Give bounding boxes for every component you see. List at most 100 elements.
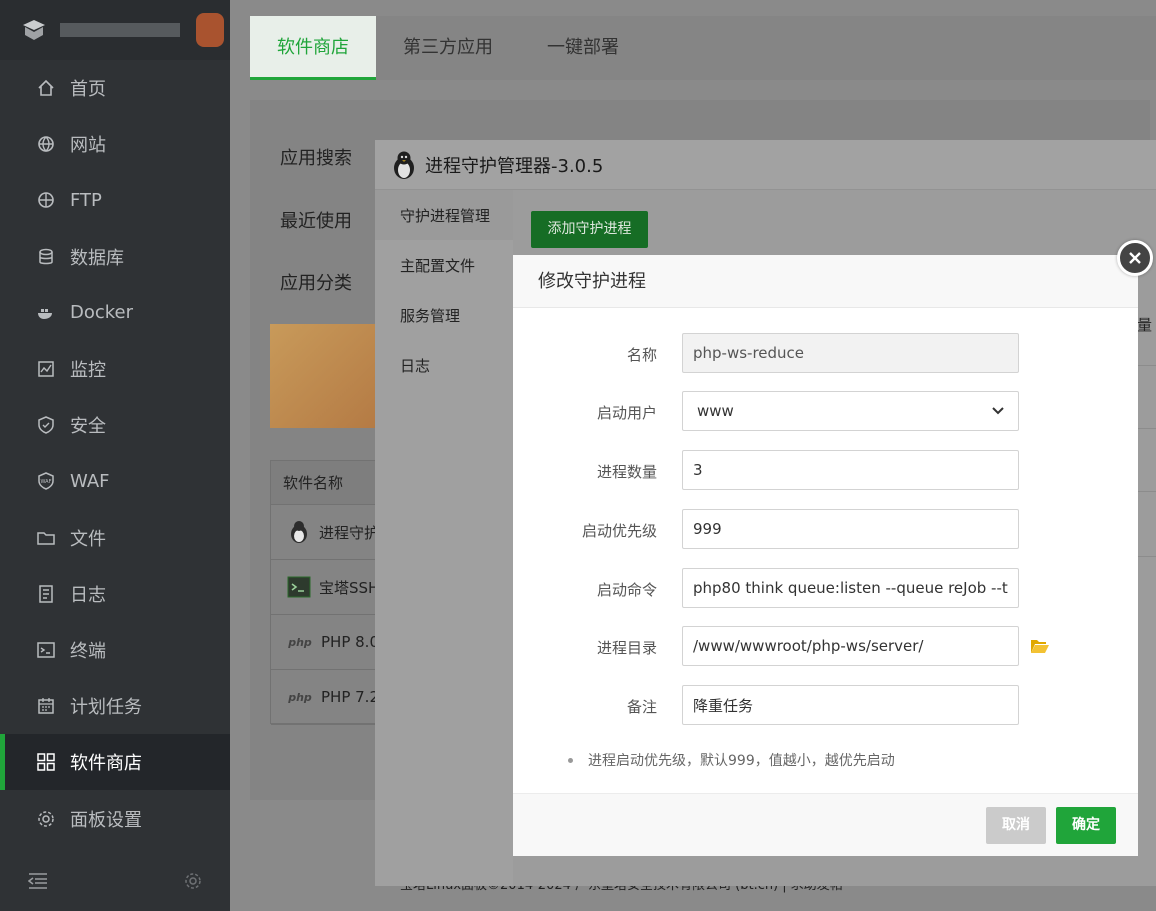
count-label: 进程数量 xyxy=(596,463,657,481)
edit-daemon-dialog: 修改守护进程 名称 启动用户 www 进程数量 启动优先级 启动命令 进程目录 … xyxy=(513,255,1138,856)
sidebar-item-label: 网站 xyxy=(70,135,106,157)
directory-label: 进程目录 xyxy=(596,639,657,657)
sidebar-item-home[interactable]: 首页 xyxy=(0,60,230,116)
tip-text: 进程启动优先级，默认999，值越小，越优先启动 xyxy=(588,753,895,769)
sidebar-item-files[interactable]: 文件 xyxy=(0,510,230,566)
sidebar-menu: 首页 网站 FTP 数据库 Docker 监控 安全 WAF WAF 文件 日志… xyxy=(0,60,230,847)
tab-third-party[interactable]: 第三方应用 xyxy=(376,16,520,80)
chevron-down-icon xyxy=(992,407,1004,415)
user-select-value: www xyxy=(697,402,734,420)
sidebar-item-website[interactable]: 网站 xyxy=(0,116,230,172)
plugin-nav: 守护进程管理 主配置文件 服务管理 日志 xyxy=(375,190,513,886)
sidebar-item-waf[interactable]: WAF WAF xyxy=(0,453,230,509)
sidebar-item-label: 数据库 xyxy=(70,247,124,269)
user-label: 启动用户 xyxy=(596,404,657,422)
dialog-title: 修改守护进程 xyxy=(513,255,1138,308)
sidebar-item-label: 文件 xyxy=(70,528,106,550)
category-label: 应用分类 xyxy=(280,273,352,294)
sidebar-item-settings[interactable]: 面板设置 xyxy=(0,790,230,846)
sidebar-item-label: 面板设置 xyxy=(70,809,142,831)
php-icon: php xyxy=(288,690,312,704)
priority-label: 启动优先级 xyxy=(581,522,657,540)
sidebar-item-label: 计划任务 xyxy=(70,697,142,719)
table-row[interactable]: php PHP 8.0 xyxy=(271,615,379,670)
sidebar-footer xyxy=(0,851,230,911)
table-row[interactable]: 进程守护 xyxy=(271,505,379,560)
waf-icon: WAF xyxy=(36,471,56,491)
calendar-icon xyxy=(36,696,56,716)
plugin-window-header: 进程守护管理器-3.0.5 xyxy=(375,140,1156,190)
sidebar-item-label: 首页 xyxy=(70,79,106,101)
priority-field[interactable] xyxy=(682,509,1019,549)
promo-banner[interactable] xyxy=(270,324,380,428)
ftp-icon xyxy=(36,190,56,210)
sidebar-item-monitor[interactable]: 监控 xyxy=(0,341,230,397)
sidebar-item-label: 监控 xyxy=(70,360,106,382)
dialog-footer: 取消 确定 xyxy=(513,793,1138,856)
tab-app-store[interactable]: 软件商店 xyxy=(250,16,376,80)
gear-icon xyxy=(36,809,56,829)
close-dialog-button[interactable] xyxy=(1117,240,1153,276)
user-select[interactable]: www xyxy=(682,391,1019,431)
globe-icon xyxy=(36,134,56,154)
settings-gear-icon[interactable] xyxy=(184,872,202,890)
sidebar-item-cron[interactable]: 计划任务 xyxy=(0,678,230,734)
software-table: 软件名称 进程守护 宝塔SSH php PHP 8.0 php PHP 7.2 xyxy=(270,460,380,725)
sidebar-item-app-store[interactable]: 软件商店 xyxy=(0,734,230,791)
nav-logs[interactable]: 日志 xyxy=(375,340,513,390)
brand-name-blurred xyxy=(60,23,180,37)
remark-field[interactable] xyxy=(682,685,1019,725)
php-icon: php xyxy=(288,635,312,649)
folder-icon xyxy=(36,528,56,548)
nav-service-manage[interactable]: 服务管理 xyxy=(375,290,513,340)
ssh-terminal-icon xyxy=(287,574,311,600)
brand xyxy=(0,0,230,60)
cancel-button[interactable]: 取消 xyxy=(986,807,1046,844)
nav-main-config[interactable]: 主配置文件 xyxy=(375,240,513,290)
recent-label: 最近使用 xyxy=(280,211,352,232)
add-daemon-button[interactable]: 添加守护进程 xyxy=(531,211,648,248)
sidebar: 首页 网站 FTP 数据库 Docker 监控 安全 WAF WAF 文件 日志… xyxy=(0,0,230,911)
column-header-partial: 量 xyxy=(1137,316,1153,334)
log-icon xyxy=(36,584,56,604)
grid-icon xyxy=(36,752,56,772)
sidebar-item-docker[interactable]: Docker xyxy=(0,285,230,341)
terminal-icon xyxy=(36,640,56,660)
nav-daemon-manage[interactable]: 守护进程管理 xyxy=(375,190,513,240)
search-label: 应用搜索 xyxy=(280,148,352,169)
software-name: 宝塔SSH xyxy=(319,578,379,597)
sidebar-item-label: 软件商店 xyxy=(70,753,142,775)
process-count-field[interactable] xyxy=(682,450,1019,490)
sidebar-item-terminal[interactable]: 终端 xyxy=(0,622,230,678)
plugin-title: 进程守护管理器-3.0.5 xyxy=(425,155,604,177)
name-field xyxy=(682,333,1019,373)
database-icon xyxy=(36,247,56,267)
close-icon xyxy=(1129,252,1141,264)
confirm-button[interactable]: 确定 xyxy=(1056,807,1116,844)
table-row[interactable]: 宝塔SSH xyxy=(271,560,379,615)
collapse-menu-icon[interactable] xyxy=(28,872,48,890)
sidebar-item-ftp[interactable]: FTP xyxy=(0,172,230,228)
sidebar-item-label: Docker xyxy=(70,302,134,324)
monitor-icon xyxy=(36,359,56,379)
sidebar-item-database[interactable]: 数据库 xyxy=(0,229,230,285)
table-row[interactable]: php PHP 7.2 xyxy=(271,670,379,725)
tab-one-click-deploy[interactable]: 一键部署 xyxy=(520,16,646,80)
brand-badge-blurred xyxy=(196,13,224,47)
penguin-icon xyxy=(394,151,414,179)
sidebar-item-label: 终端 xyxy=(70,640,106,662)
docker-icon xyxy=(36,303,56,323)
home-icon xyxy=(36,78,56,98)
command-field[interactable] xyxy=(682,568,1019,608)
shield-icon xyxy=(36,415,56,435)
sidebar-item-label: FTP xyxy=(70,189,102,211)
folder-open-icon[interactable] xyxy=(1030,638,1050,654)
sidebar-item-label: 安全 xyxy=(70,416,106,438)
sidebar-item-security[interactable]: 安全 xyxy=(0,397,230,453)
directory-field[interactable] xyxy=(682,626,1019,666)
name-label: 名称 xyxy=(626,346,657,364)
sidebar-item-logs[interactable]: 日志 xyxy=(0,566,230,622)
bt-logo-icon xyxy=(23,20,45,40)
command-label: 启动命令 xyxy=(596,581,657,599)
svg-text:WAF: WAF xyxy=(41,479,52,485)
